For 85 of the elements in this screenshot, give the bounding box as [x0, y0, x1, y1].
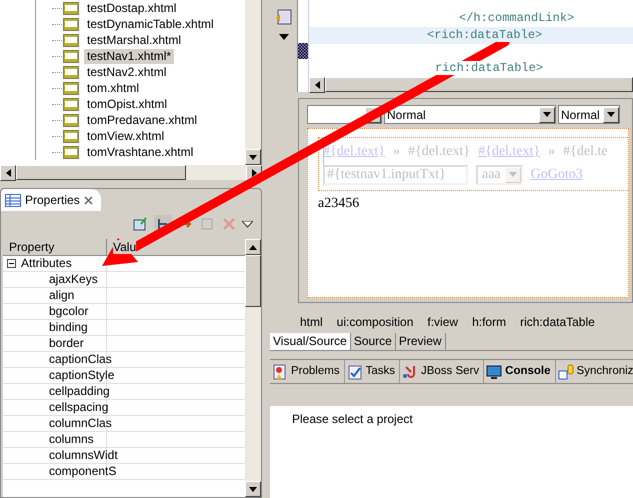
column-header[interactable]: Property [3, 239, 107, 255]
checklist-icon [346, 364, 363, 380]
dropdown[interactable]: Normal [558, 105, 620, 124]
file-icon [63, 146, 79, 158]
tree-item[interactable]: tomView.xhtml [84, 128, 168, 144]
tree-item[interactable]: tom.xhtml [84, 80, 142, 96]
property-name: columnsWidt [49, 448, 118, 462]
dropdown[interactable]: Normal [384, 105, 556, 124]
expression-text: #{del.te [563, 143, 608, 161]
view-tab[interactable]: Tasks [344, 360, 400, 383]
file-icon [63, 114, 79, 126]
dropdown-icon[interactable] [278, 34, 288, 40]
file-icon [63, 82, 79, 94]
tree-item[interactable]: tomPredavane.xhtml [84, 112, 200, 128]
tree-item[interactable]: testNav1.xhtml* [84, 48, 174, 64]
breadcrumb-item[interactable]: rich:dataTable [520, 313, 595, 333]
file-icon [63, 18, 79, 30]
view-tab[interactable]: Console [484, 360, 556, 383]
view-tab[interactable]: JBoss Serv [400, 360, 484, 383]
scroll-right-icon [252, 169, 256, 177]
sync-icon [558, 364, 574, 380]
editor-tab[interactable]: Source [350, 333, 396, 350]
property-name: captionClas [49, 352, 112, 366]
horizontal-scrollbar[interactable] [0, 165, 262, 180]
breadcrumb-item[interactable]: ui:composition [336, 313, 414, 333]
property-name: cellspacing [49, 400, 108, 414]
property-name: componentS [49, 464, 116, 478]
tree-item[interactable]: testNav2.xhtml [84, 64, 170, 80]
file-icon [63, 130, 79, 142]
console-message: Please select a project [292, 412, 413, 426]
document-icon[interactable] [274, 8, 292, 26]
caret-icon [607, 112, 615, 117]
column-header[interactable]: Valu [113, 240, 136, 254]
scrollbar-thumb[interactable] [245, 255, 261, 307]
file-icon [63, 66, 79, 78]
table-icon [5, 194, 21, 206]
caret-icon [543, 112, 551, 117]
editor-tab[interactable]: Preview [396, 333, 446, 350]
separator-glyph: » [393, 143, 400, 161]
file-icon [63, 34, 79, 46]
properties-tab[interactable]: Properties [1, 189, 101, 211]
property-name: binding [49, 320, 88, 334]
expression-text: #{del.text} [408, 143, 470, 161]
scroll-down-icon [249, 486, 257, 492]
property-name: columnClas [49, 416, 112, 430]
breadcrumb-item[interactable]: html [300, 313, 323, 333]
server-icon [402, 364, 418, 380]
view-menu-icon[interactable] [242, 220, 253, 228]
property-name: bgcolor [49, 304, 88, 318]
scroll-up-icon [249, 244, 257, 250]
document-icon[interactable] [132, 216, 148, 232]
property-name: columns [49, 432, 94, 446]
tree-item[interactable]: testDynamicTable.xhtml [84, 16, 217, 32]
horizontal-scrollbar[interactable] [309, 77, 633, 92]
property-name: align [49, 288, 74, 302]
scroll-down-button[interactable] [245, 149, 261, 165]
output-text: a23456 [318, 195, 360, 213]
monitor-icon [486, 364, 502, 380]
property-name: ajaxKeys [49, 272, 98, 286]
tree-item[interactable]: testDostap.xhtml [84, 0, 180, 16]
scroll-left-icon [6, 169, 10, 177]
file-icon [63, 50, 79, 62]
scroll-left-icon [314, 81, 320, 89]
warning-icon [272, 364, 288, 380]
scrollbar[interactable] [245, 0, 261, 165]
view-tab[interactable]: Synchroniz [556, 360, 633, 383]
editor-tab[interactable]: Visual/Source [270, 333, 351, 350]
file-icon [63, 98, 79, 110]
file-icon [63, 2, 79, 14]
breadcrumb-item[interactable]: f:view [427, 313, 458, 333]
property-group[interactable]: Attributes [21, 256, 72, 271]
property-name: border [49, 336, 84, 350]
close-icon[interactable] [84, 196, 93, 204]
separator-glyph: » [548, 143, 556, 161]
scrollbar[interactable] [245, 239, 261, 497]
caret-icon [508, 172, 517, 177]
tree-item[interactable]: tomOpist.xhtml [84, 96, 170, 112]
property-name: cellpadding [49, 384, 110, 398]
breadcrumb-item[interactable]: h:form [472, 313, 506, 333]
property-name: captionStyle [49, 368, 114, 382]
view-tab[interactable]: Problems [270, 360, 345, 383]
tree-item[interactable]: testMarshal.xhtml [84, 32, 184, 48]
collapse-icon[interactable] [7, 259, 16, 268]
scroll-down-icon [249, 154, 257, 160]
tree-item[interactable]: tomVrashtane.xhtml [84, 144, 196, 160]
